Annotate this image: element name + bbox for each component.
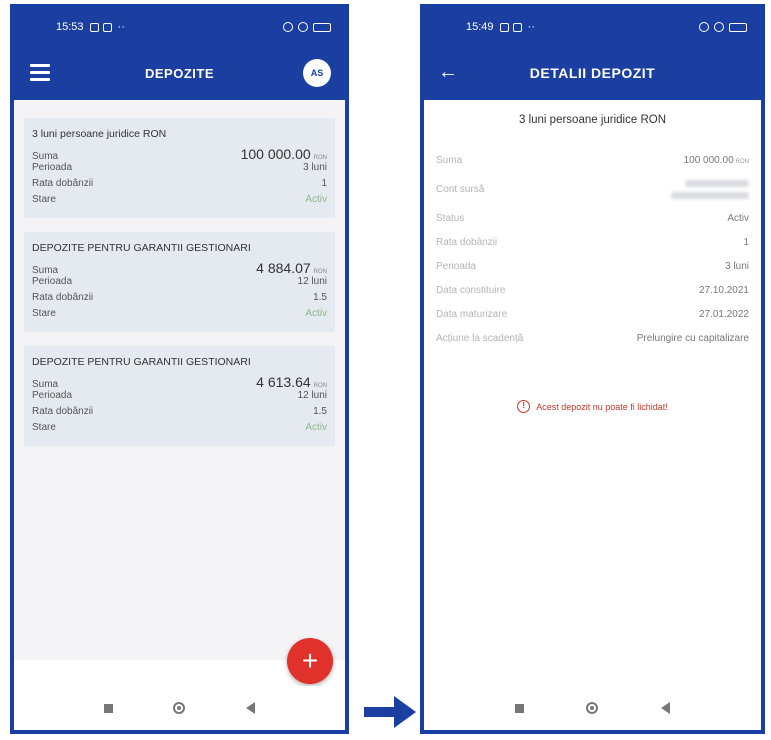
source-account-label: Cont sursă xyxy=(436,183,485,195)
deposit-title: 3 luni persoane juridice RON xyxy=(518,114,667,126)
more-notifications-icon: ·· xyxy=(527,21,535,33)
period-label: Perioada xyxy=(32,390,73,401)
currency: RON xyxy=(313,155,327,161)
status-bar: 15:49 ·· xyxy=(424,8,761,46)
rate-label: Rata dobânzii xyxy=(436,236,498,248)
period-label: Perioada xyxy=(436,260,477,272)
deposits-list-screen: 15:53 ·· DEPOZITE AS 3 luni persoane jur… xyxy=(10,4,349,734)
detail-row: Rata dobânzii 1 xyxy=(436,230,749,254)
nav-home-icon[interactable] xyxy=(586,702,599,714)
state-label: Stare xyxy=(32,422,56,433)
amount-value: 100 000.00 xyxy=(240,146,311,162)
currency: RON xyxy=(313,383,327,389)
currency: RON xyxy=(313,269,327,275)
bluetooth-icon xyxy=(699,22,709,32)
deposit-title: DEPOZITE PENTRU GARANTII GESTIONARI xyxy=(32,356,251,368)
maturity-action-value: Prelungire cu capitalizare xyxy=(636,332,749,344)
deposit-details: 3 luni persoane juridice RON Suma 100 000… xyxy=(424,100,761,413)
deposits-list: 3 luni persoane juridice RON Suma 100 000… xyxy=(14,100,345,660)
page-title: DETALII DEPOZIT xyxy=(529,65,656,81)
state-label: Stare xyxy=(32,194,56,205)
app-bar: ← DETALII DEPOZIT xyxy=(424,46,761,100)
back-arrow-icon[interactable]: ← xyxy=(438,60,458,84)
deposit-title: 3 luni persoane juridice RON xyxy=(32,128,167,140)
wifi-icon xyxy=(714,22,724,32)
status-label: Status xyxy=(436,212,465,224)
notification-icon xyxy=(512,22,522,32)
rate-label: Rata dobânzii xyxy=(32,406,94,417)
maturity-date-value: 27.01.2022 xyxy=(698,308,749,320)
source-account-value xyxy=(671,179,749,199)
wifi-icon xyxy=(298,22,308,32)
period-value: 3 luni xyxy=(303,162,327,173)
nav-home-icon[interactable] xyxy=(173,702,186,714)
amount-label: Suma xyxy=(32,151,59,162)
state-label: Stare xyxy=(32,308,56,319)
nav-back-icon[interactable] xyxy=(660,702,670,714)
rate-value: 1.5 xyxy=(313,292,327,303)
rate-label: Rata dobânzii xyxy=(32,292,94,303)
detail-row: Data constituire 27.10.2021 xyxy=(436,278,749,302)
page-title: DEPOZITE xyxy=(144,65,214,81)
detail-row: Suma 100 000.00 RON xyxy=(436,148,749,172)
nav-back-icon[interactable] xyxy=(245,702,255,714)
amount-value: 100 000.00 xyxy=(683,154,734,166)
notification-icon xyxy=(499,22,509,32)
deposit-detail-screen: 15:49 ·· ← DETALII DEPOZIT 3 luni persoa… xyxy=(420,4,765,734)
period-value: 3 luni xyxy=(725,260,749,272)
battery-icon xyxy=(313,22,331,32)
maturity-date-label: Data maturizare xyxy=(436,308,508,320)
status-bar: 15:53 ·· xyxy=(14,8,345,46)
period-value: 12 luni xyxy=(297,276,327,287)
detail-row: Acțiune la scadență Prelungire cu capital… xyxy=(436,326,749,350)
period-label: Perioada xyxy=(32,162,73,173)
detail-row: Perioada 3 luni xyxy=(436,254,749,278)
period-label: Perioada xyxy=(32,276,73,287)
state-value: Activ xyxy=(305,308,327,319)
deposit-card[interactable]: 3 luni persoane juridice RON Suma 100 000… xyxy=(24,118,335,218)
maturity-action-label: Acțiune la scadență xyxy=(436,332,524,344)
rate-label: Rata dobânzii xyxy=(32,178,94,189)
nav-recents-icon[interactable] xyxy=(515,703,525,713)
system-nav-bar xyxy=(424,686,761,730)
warning-icon: ! xyxy=(517,400,531,413)
app-bar: DEPOZITE AS xyxy=(14,46,345,100)
amount-value: 4 884.07 xyxy=(256,260,311,276)
warning-text: Acest depozit nu poate fi lichidat! xyxy=(536,401,668,412)
period-value: 12 luni xyxy=(297,390,327,401)
system-nav-bar xyxy=(14,686,345,730)
rate-value: 1.5 xyxy=(313,406,327,417)
deposit-title: DEPOZITE PENTRU GARANTII GESTIONARI xyxy=(32,242,251,254)
add-icon[interactable]: + xyxy=(287,638,333,684)
creation-date-value: 27.10.2021 xyxy=(698,284,749,296)
rate-value: 1 xyxy=(321,178,327,189)
detail-row: Cont sursă xyxy=(436,172,749,206)
amount-value: 4 613.64 xyxy=(256,374,311,390)
status-value: Activ xyxy=(727,212,749,224)
amount-label: Suma xyxy=(436,154,463,166)
avatar[interactable]: AS xyxy=(303,59,331,87)
more-notifications-icon: ·· xyxy=(117,21,125,33)
bluetooth-icon xyxy=(283,22,293,32)
notification-icon xyxy=(89,22,99,32)
state-value: Activ xyxy=(305,194,327,205)
menu-icon[interactable] xyxy=(30,64,50,81)
nav-recents-icon[interactable] xyxy=(104,703,114,713)
detail-row: Status Activ xyxy=(436,206,749,230)
rate-value: 1 xyxy=(743,236,749,248)
battery-icon xyxy=(729,22,747,32)
state-value: Activ xyxy=(305,422,327,433)
deposit-card[interactable]: DEPOZITE PENTRU GARANTII GESTIONARI Suma… xyxy=(24,232,335,332)
detail-row: Data maturizare 27.01.2022 xyxy=(436,302,749,326)
liquidation-warning: ! Acest depozit nu poate fi lichidat! xyxy=(436,400,749,413)
notification-icon xyxy=(102,22,112,32)
transition-arrow-icon xyxy=(362,694,418,730)
amount-label: Suma xyxy=(32,265,59,276)
status-time: 15:53 xyxy=(56,21,84,33)
status-time: 15:49 xyxy=(466,21,494,33)
creation-date-label: Data constituire xyxy=(436,284,506,296)
currency: RON xyxy=(735,158,749,165)
deposit-card[interactable]: DEPOZITE PENTRU GARANTII GESTIONARI Suma… xyxy=(24,346,335,446)
amount-label: Suma xyxy=(32,379,59,390)
